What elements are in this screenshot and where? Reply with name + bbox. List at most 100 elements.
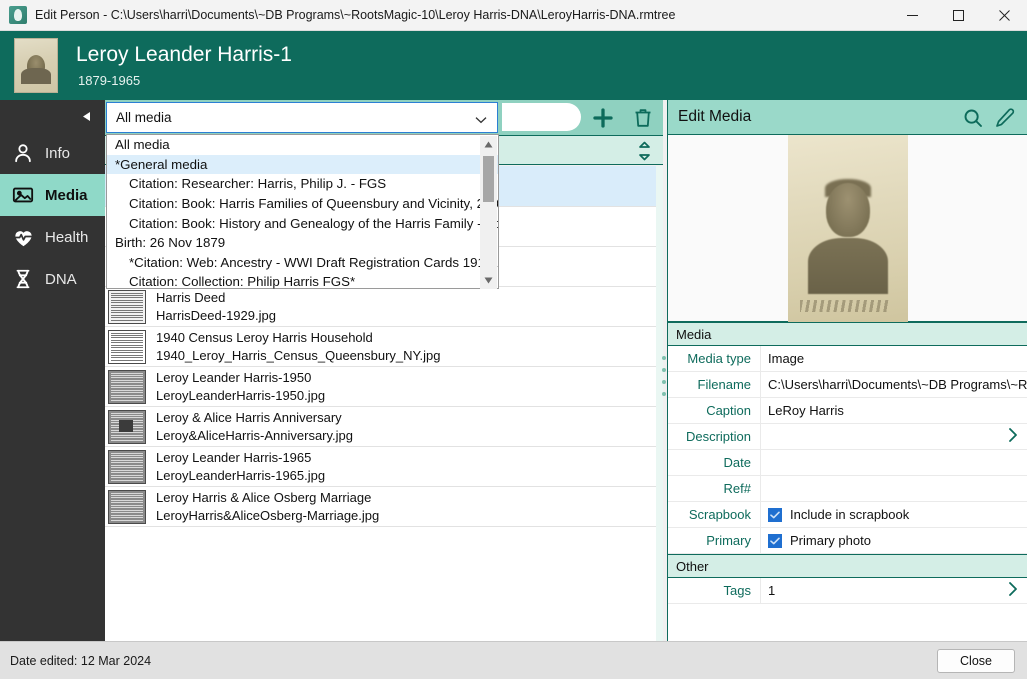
sidebar-item-media[interactable]: Media	[0, 174, 105, 216]
field-value[interactable]	[760, 424, 1027, 449]
page-title: Leroy Leander Harris-1	[76, 43, 292, 67]
field-label: Ref#	[723, 481, 751, 496]
collapse-left-icon[interactable]	[76, 106, 96, 126]
add-media-button[interactable]	[586, 103, 620, 133]
field-tags[interactable]: Tags 1	[668, 578, 1027, 604]
minimize-icon[interactable]	[889, 0, 935, 31]
sidebar: Info Media Health DNA	[0, 100, 105, 641]
table-row[interactable]: Leroy Leander Harris-1950 LeroyLeanderHa…	[105, 367, 656, 407]
field-ref-number[interactable]: Ref#	[668, 476, 1027, 502]
sidebar-item-label: Health	[45, 228, 89, 246]
media-preview[interactable]	[668, 134, 1027, 322]
field-description[interactable]: Description	[668, 424, 1027, 450]
field-scrapbook[interactable]: Scrapbook Include in scrapbook	[668, 502, 1027, 528]
field-value[interactable]	[760, 476, 1027, 501]
chevron-right-icon[interactable]	[1008, 581, 1018, 601]
sidebar-item-dna[interactable]: DNA	[0, 258, 105, 300]
dropdown-scroll-thumb[interactable]	[483, 156, 494, 202]
section-header-media: Media	[668, 322, 1027, 346]
media-title: Leroy Leander Harris-1965	[156, 449, 312, 465]
field-value[interactable]: Image	[760, 346, 1027, 371]
sort-updown-icon[interactable]	[636, 141, 653, 166]
field-value[interactable]: LeRoy Harris	[760, 398, 1027, 423]
media-filter-dropdown[interactable]: All media *General media Citation: Resea…	[106, 134, 499, 289]
field-filename[interactable]: Filename C:\Users\harri\Documents\~DB Pr…	[668, 372, 1027, 398]
person-lifespan: 1879-1965	[78, 72, 141, 88]
media-thumbnail	[108, 329, 146, 364]
dropdown-option[interactable]: Birth: 26 Nov 1879	[107, 233, 498, 253]
dropdown-scrollbar[interactable]	[480, 136, 497, 289]
media-filename: LeroyHarris&AliceOsberg-Marriage.jpg	[156, 507, 380, 523]
media-filename: HarrisDeed-1929.jpg	[156, 307, 276, 323]
maximize-icon[interactable]	[935, 0, 981, 31]
sidebar-item-info[interactable]: Info	[0, 132, 105, 174]
search-input[interactable]	[502, 103, 581, 131]
field-text: 1	[768, 583, 776, 598]
media-thumbnail	[108, 449, 146, 484]
checkbox-label: Include in scrapbook	[790, 507, 910, 522]
close-icon[interactable]	[981, 0, 1027, 31]
edit-person-window: Edit Person - C:\Users\harri\Documents\~…	[0, 0, 1027, 679]
sidebar-item-label: DNA	[45, 270, 77, 288]
chevron-down-icon	[475, 112, 487, 127]
media-title: Leroy Leander Harris-1950	[156, 369, 312, 385]
field-primary[interactable]: Primary Primary photo	[668, 528, 1027, 554]
dna-icon	[10, 266, 36, 292]
chevron-right-icon[interactable]	[1008, 427, 1018, 447]
edit-media-title: Edit Media	[678, 108, 752, 125]
media-title: 1940 Census Leroy Harris Household	[156, 329, 373, 345]
field-value[interactable]: C:\Users\harri\Documents\~DB Programs\~R…	[760, 372, 1027, 397]
table-row[interactable]: Leroy & Alice Harris Anniversary Leroy&A…	[105, 407, 656, 447]
dropdown-option[interactable]: Citation: Collection: Philip Harris FGS*	[107, 272, 498, 292]
person-header: Leroy Leander Harris-1 1879-1965	[0, 31, 1027, 100]
dropdown-option[interactable]: Citation: Book: Harris Families of Queen…	[107, 194, 498, 214]
dropdown-option[interactable]: *General media	[107, 154, 498, 175]
scroll-down-icon[interactable]	[480, 272, 497, 289]
scrapbook-checkbox[interactable]	[768, 507, 782, 522]
sidebar-item-health[interactable]: Health	[0, 216, 105, 258]
field-caption[interactable]: Caption LeRoy Harris	[668, 398, 1027, 424]
media-thumbnail	[108, 409, 146, 444]
media-filename: LeroyLeanderHarris-1965.jpg	[156, 467, 326, 483]
delete-media-button[interactable]	[626, 103, 660, 133]
dropdown-option[interactable]: All media	[107, 135, 498, 155]
media-thumbnail	[108, 369, 146, 404]
table-row[interactable]: Leroy Harris & Alice Osberg Marriage Ler…	[105, 487, 656, 527]
media-filename: Leroy&AliceHarris-Anniversary.jpg	[156, 427, 353, 443]
status-bar: Date edited: 12 Mar 2024 Close	[0, 641, 1027, 679]
window-title: Edit Person - C:\Users\harri\Documents\~…	[35, 8, 676, 22]
field-label: Primary	[706, 533, 751, 548]
pencil-icon[interactable]	[993, 107, 1017, 129]
title-bar: Edit Person - C:\Users\harri\Documents\~…	[0, 0, 1027, 31]
primary-photo-checkbox[interactable]	[768, 533, 782, 548]
media-preview-image	[787, 134, 908, 322]
rootsmagic-tree-icon	[9, 6, 27, 24]
table-row[interactable]: 1940 Census Leroy Harris Household 1940_…	[105, 327, 656, 367]
dropdown-option[interactable]: Citation: Book: History and Genealogy of…	[107, 213, 498, 233]
sidebar-item-label: Media	[45, 186, 88, 204]
field-value[interactable]: Include in scrapbook	[760, 502, 1027, 527]
panel-splitter[interactable]	[661, 356, 667, 396]
media-list-scrollbar[interactable]	[656, 166, 663, 641]
field-value[interactable]	[760, 450, 1027, 475]
table-row[interactable]: Harris Deed HarrisDeed-1929.jpg	[105, 287, 656, 327]
close-button[interactable]: Close	[937, 649, 1015, 673]
field-date[interactable]: Date	[668, 450, 1027, 476]
dropdown-option[interactable]: *Citation: Web: Ancestry - WWI Draft Reg…	[107, 253, 498, 273]
media-toolbar: All media	[105, 100, 663, 135]
media-filter-value: All media	[116, 110, 172, 125]
table-row[interactable]: Leroy Leander Harris-1965 LeroyLeanderHa…	[105, 447, 656, 487]
window-controls	[889, 0, 1027, 31]
scroll-up-icon[interactable]	[480, 136, 497, 153]
field-value[interactable]: 1	[760, 578, 1027, 603]
media-filter-combobox[interactable]: All media	[106, 102, 498, 133]
dropdown-option[interactable]: Citation: Researcher: Harris, Philip J. …	[107, 174, 498, 194]
date-edited-text: Date edited: 12 Mar 2024	[10, 653, 152, 668]
search-icon[interactable]	[961, 107, 985, 129]
media-title: Leroy & Alice Harris Anniversary	[156, 409, 342, 425]
field-value[interactable]: Primary photo	[760, 528, 1027, 553]
media-thumbnail	[108, 489, 146, 524]
field-media-type[interactable]: Media type Image	[668, 346, 1027, 372]
section-title: Media	[676, 326, 712, 342]
field-label: Filename	[697, 377, 751, 392]
